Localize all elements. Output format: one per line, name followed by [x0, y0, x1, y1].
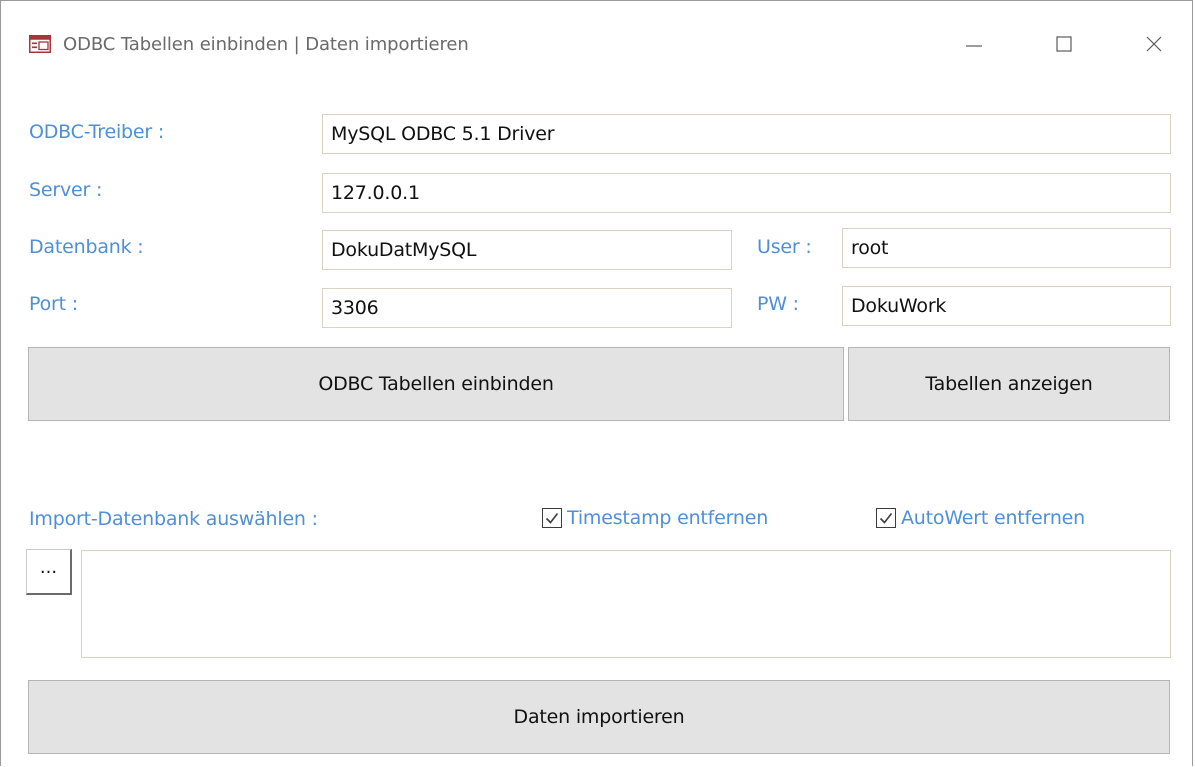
- checkbox-checked-icon[interactable]: [876, 508, 896, 528]
- user-field[interactable]: root: [842, 228, 1171, 268]
- database-field[interactable]: DokuDatMySQL: [322, 230, 732, 270]
- import-data-button[interactable]: Daten importieren: [28, 680, 1170, 754]
- import-path-field[interactable]: [81, 550, 1171, 658]
- close-icon[interactable]: [1139, 29, 1169, 59]
- form-icon: [29, 35, 51, 53]
- timestamp-checkbox[interactable]: Timestamp entfernen: [542, 507, 768, 529]
- port-label: Port :: [29, 293, 78, 315]
- browse-button[interactable]: ...: [26, 549, 72, 595]
- title-bar[interactable]: ODBC Tabellen einbinden | Daten importie…: [1, 1, 1192, 89]
- server-label: Server :: [29, 179, 103, 201]
- show-tables-button[interactable]: Tabellen anzeigen: [848, 347, 1170, 421]
- autowert-checkbox[interactable]: AutoWert entfernen: [876, 507, 1085, 529]
- pw-field[interactable]: DokuWork: [842, 286, 1171, 326]
- server-field[interactable]: 127.0.0.1: [322, 173, 1171, 213]
- checkbox-checked-icon[interactable]: [542, 508, 562, 528]
- minimize-icon[interactable]: [959, 29, 989, 59]
- timestamp-checkbox-label: Timestamp entfernen: [567, 507, 769, 529]
- database-label: Datenbank :: [29, 236, 144, 258]
- user-label: User :: [757, 236, 812, 258]
- window-title: ODBC Tabellen einbinden | Daten importie…: [63, 34, 469, 55]
- autowert-checkbox-label: AutoWert entfernen: [901, 507, 1085, 529]
- driver-label: ODBC-Treiber :: [29, 121, 165, 143]
- odbc-form-window: ODBC Tabellen einbinden | Daten importie…: [0, 0, 1193, 766]
- driver-field[interactable]: MySQL ODBC 5.1 Driver: [322, 114, 1171, 154]
- pw-label: PW :: [757, 293, 799, 315]
- maximize-icon[interactable]: [1049, 29, 1079, 59]
- link-tables-button[interactable]: ODBC Tabellen einbinden: [28, 347, 844, 421]
- port-field[interactable]: 3306: [322, 288, 732, 328]
- import-select-label: Import-Datenbank auswählen :: [29, 508, 318, 530]
